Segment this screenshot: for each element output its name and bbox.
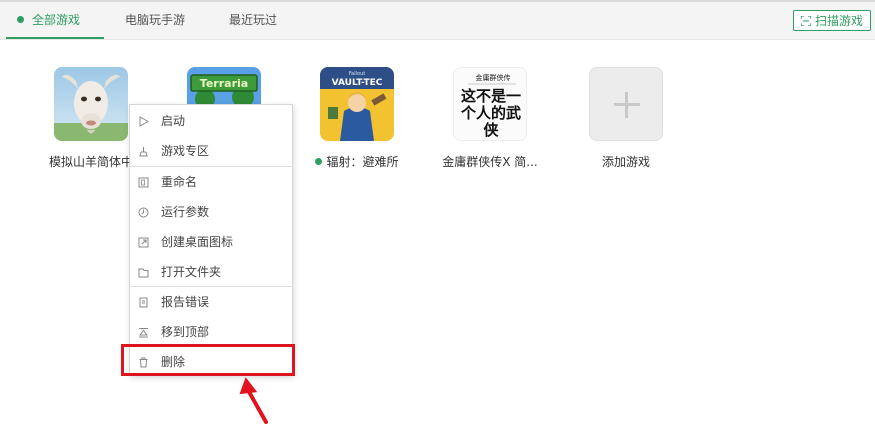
menu-item-label: 启动 (161, 114, 186, 128)
game-name: 模拟山羊简体中 (48, 155, 133, 169)
scan-games-button[interactable]: 扫描游戏 (793, 10, 871, 31)
menu-item-game-zone[interactable]: 游戏专区 (130, 136, 292, 166)
delete-highlight-box (121, 344, 295, 376)
vault-tec-icon[interactable]: Fallout VAULT-TEC (320, 67, 394, 141)
scan-icon (801, 16, 811, 26)
game-item-wuxia[interactable]: 金庸群侠传 这不是一个人的武侠 金庸群侠传X 简... (440, 67, 540, 170)
wuxia-calligraphy-icon[interactable]: 金庸群侠传 这不是一个人的武侠 (453, 67, 527, 141)
menu-item-rename[interactable]: 重命名 (130, 167, 292, 197)
scan-games-label: 扫描游戏 (815, 14, 864, 28)
game-item-goat[interactable]: 模拟山羊简体中 (41, 67, 141, 170)
tab-all-games[interactable]: 全部游戏 (17, 2, 80, 39)
menu-item-open-folder[interactable]: 打开文件夹 (130, 257, 292, 287)
menu-item-label: 打开文件夹 (161, 265, 222, 279)
fallout-small-text: Fallout (349, 71, 365, 77)
red-arrow-annotation (239, 377, 268, 424)
context-menu: 启动 游戏专区 重命名 运行参数 创建桌面图标 打开文件夹 报告错误 移到顶部 … (129, 104, 293, 376)
tab-all-games-label: 全部游戏 (32, 13, 81, 27)
menu-item-label: 游戏专区 (161, 144, 210, 158)
play-icon (139, 116, 149, 127)
terraria-logo-text: Terraria (200, 77, 248, 90)
menu-item-label: 移到顶部 (161, 325, 210, 339)
menu-item-report-error[interactable]: 报告错误 (130, 287, 292, 317)
add-game-item[interactable]: 添加游戏 (576, 67, 676, 170)
tab-recently-played[interactable]: 最近玩过 (229, 2, 277, 39)
shortcut-icon (138, 237, 149, 248)
add-game-label: 添加游戏 (601, 155, 650, 169)
game-name: 辐射：避难所 (307, 153, 407, 170)
wuxia-top-text: 金庸群侠传 (476, 73, 511, 82)
menu-item-label: 运行参数 (161, 205, 210, 219)
plus-icon[interactable] (589, 67, 663, 141)
menu-item-create-shortcut[interactable]: 创建桌面图标 (130, 227, 292, 257)
move-top-icon (138, 328, 149, 338)
rename-icon (138, 177, 149, 188)
menu-item-label: 报告错误 (161, 295, 210, 309)
game-name-label: 辐射：避难所 (326, 155, 399, 169)
game-name: 金庸群侠传X 简... (442, 155, 538, 169)
menu-item-label: 重命名 (161, 175, 198, 189)
active-tab-dot (17, 16, 24, 23)
report-icon (139, 297, 148, 308)
params-icon (138, 207, 149, 218)
goat-icon[interactable] (54, 67, 128, 141)
plus-vertical (625, 92, 628, 118)
zone-icon (139, 147, 148, 157)
tab-bar: 全部游戏 电脑玩手游 最近玩过 扫描游戏 (0, 2, 875, 40)
tab-pc-mobile-games-label: 电脑玩手游 (125, 13, 186, 27)
game-item-fallout-shelter[interactable]: Fallout VAULT-TEC 辐射：避难所 (307, 67, 407, 170)
folder-icon (138, 268, 149, 278)
tab-pc-mobile-games[interactable]: 电脑玩手游 (125, 2, 185, 39)
menu-item-move-to-top[interactable]: 移到顶部 (130, 317, 292, 347)
menu-item-run-params[interactable]: 运行参数 (130, 197, 292, 227)
active-tab-underline (6, 37, 104, 39)
running-indicator-dot (315, 158, 323, 165)
wuxia-calligraphy-text: 这不是一个人的武侠 (460, 88, 521, 138)
vault-tec-logo-text: VAULT-TEC (332, 78, 383, 88)
menu-item-label: 创建桌面图标 (161, 235, 234, 249)
tab-recently-played-label: 最近玩过 (229, 13, 278, 27)
menu-item-launch[interactable]: 启动 (130, 106, 292, 136)
